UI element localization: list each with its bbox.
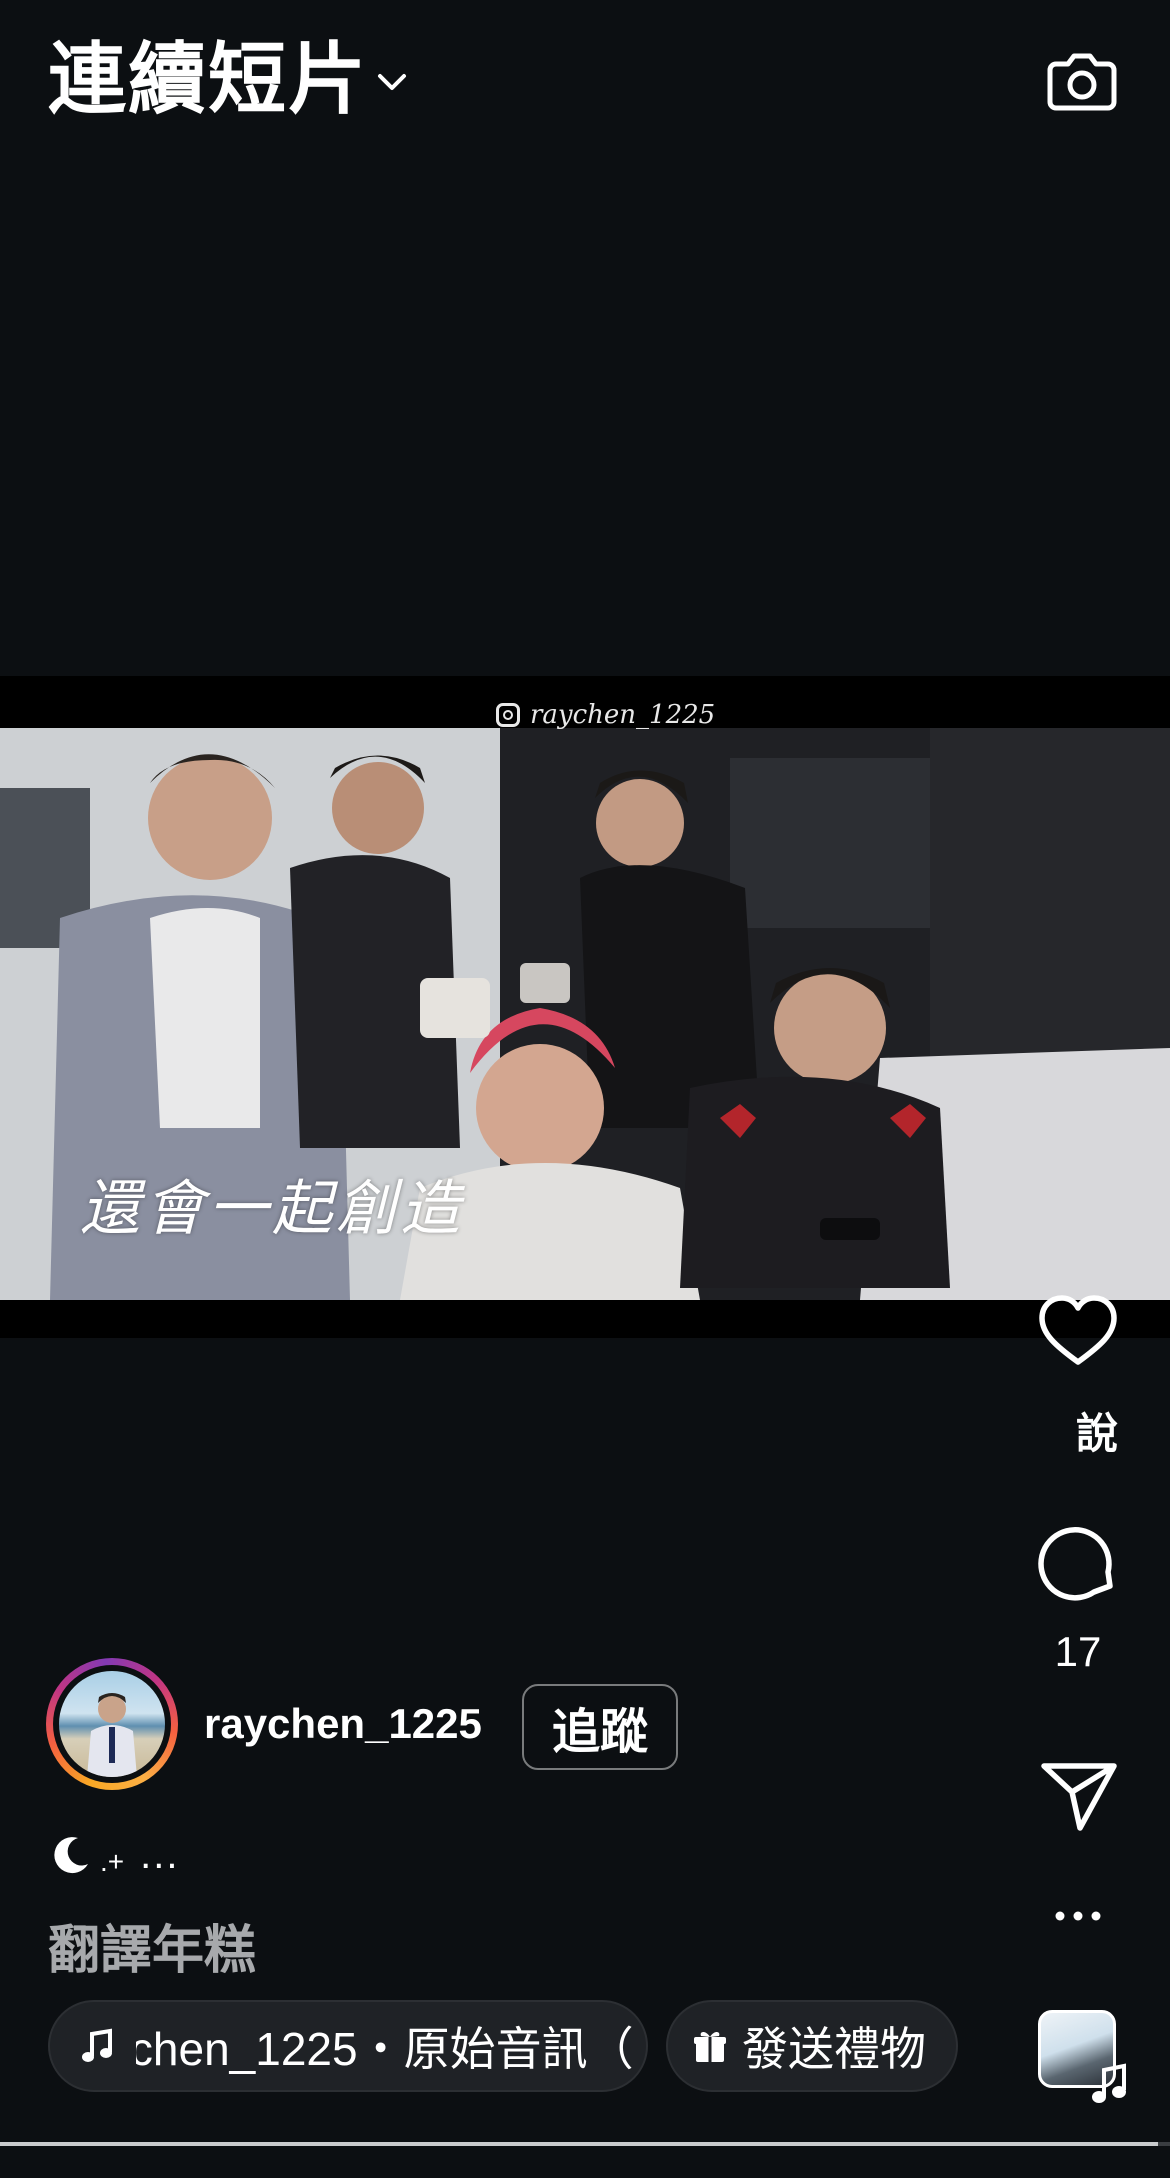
audio-title: raychen_1225・原始音訊（可	[136, 2023, 636, 2075]
video-progress-fill	[0, 2142, 1159, 2146]
instagram-icon	[496, 703, 520, 727]
camera-icon[interactable]	[1042, 40, 1122, 120]
comment-bubble-icon[interactable]	[1036, 1520, 1120, 1604]
caption[interactable]: .+ ...	[48, 1832, 179, 1878]
caption-sparkle: .+	[100, 1846, 125, 1877]
send-gift-button[interactable]: 發送禮物	[666, 2000, 958, 2092]
video-progress-bar[interactable]	[0, 2142, 1170, 2146]
chevron-down-icon[interactable]	[372, 62, 412, 102]
music-note-icon	[82, 2028, 112, 2062]
username[interactable]: raychen_1225	[204, 1700, 482, 1748]
audio-pill[interactable]: raychen_1225・原始音訊（可	[48, 2000, 648, 2092]
translate-link[interactable]: 翻譯年糕	[48, 1908, 256, 1983]
avatar-photo	[59, 1671, 165, 1777]
send-paper-plane-icon[interactable]	[1036, 1752, 1120, 1836]
heart-icon[interactable]	[1036, 1290, 1120, 1374]
page-title[interactable]: 連續短片	[48, 30, 368, 130]
more-horizontal-icon[interactable]	[1052, 1900, 1104, 1932]
caption-more[interactable]: ...	[140, 1833, 179, 1878]
gift-icon	[694, 2032, 726, 2062]
crescent-moon-icon	[54, 1837, 88, 1874]
video-subtitle: 還會一起創造	[80, 1174, 464, 1244]
like-label[interactable]: 說	[1010, 1400, 1170, 1461]
avatar[interactable]	[46, 1658, 178, 1790]
send-gift-label: 發送禮物	[742, 2022, 926, 2076]
video-watermark: raychen_1225	[496, 700, 715, 730]
music-note-icon	[1092, 2063, 1126, 2103]
comment-count[interactable]: 17	[1030, 1628, 1126, 1676]
follow-button[interactable]: 追蹤	[522, 1684, 678, 1770]
reels-screen: 連續短片 raychen_1225 還會一起創造 說 17 raychen_12…	[0, 0, 1170, 2178]
watermark-text: raychen_1225	[530, 700, 716, 730]
